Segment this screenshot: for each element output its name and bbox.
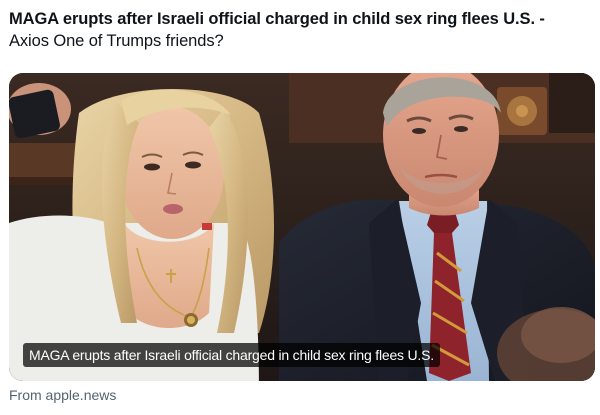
card-image bbox=[9, 73, 595, 381]
card-source[interactable]: From apple.news bbox=[9, 385, 116, 405]
post-body: Axios One of Trumps friends? bbox=[9, 32, 224, 50]
post-text: MAGA erupts after Israeli official charg… bbox=[9, 8, 591, 52]
card-caption: MAGA erupts after Israeli official charg… bbox=[23, 343, 440, 367]
post-headline: MAGA erupts after Israeli official charg… bbox=[9, 10, 545, 28]
link-card[interactable]: MAGA erupts after Israeli official charg… bbox=[9, 73, 595, 381]
